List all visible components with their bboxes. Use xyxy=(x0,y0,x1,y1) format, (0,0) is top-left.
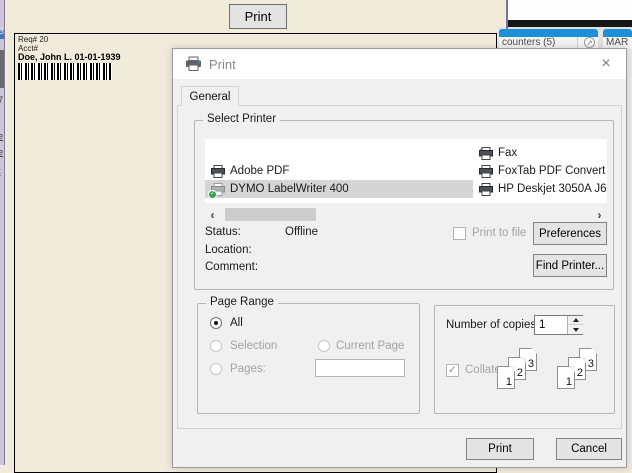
select-printer-group: Select Printer xyxy=(194,120,614,290)
general-tab-page: Select Printer xyxy=(177,105,622,429)
radio-current-page[interactable] xyxy=(318,340,330,352)
collate-page-number: 3 xyxy=(528,358,534,370)
radio-selection-label: Selection xyxy=(230,340,277,352)
radio-pages-label: Pages: xyxy=(230,363,266,375)
printer-name: Adobe PDF xyxy=(230,165,289,177)
spin-up-icon[interactable] xyxy=(568,316,583,325)
radio-all-label: All xyxy=(230,317,243,329)
find-printer-button[interactable]: Find Printer... xyxy=(533,254,607,277)
scroll-right-icon[interactable]: › xyxy=(592,207,607,222)
background-right-sliver xyxy=(627,48,632,465)
sliver-char: B xyxy=(0,26,4,36)
tab-accent-bar xyxy=(603,29,632,37)
copies-spinner[interactable]: 1 xyxy=(534,315,583,335)
collate-illustration: 3 2 1 xyxy=(497,348,549,400)
printer-icon xyxy=(479,183,493,196)
printer-icon xyxy=(211,165,225,178)
printer-name: DYMO LabelWriter 400 xyxy=(230,183,349,195)
printer-item-adobe-pdf[interactable]: Adobe PDF xyxy=(205,162,473,180)
spin-down-icon[interactable] xyxy=(568,325,583,334)
collate-page-number: 1 xyxy=(566,376,572,388)
print-dialog: Print × General Select Printer xyxy=(172,48,627,468)
printer-row: Fax xyxy=(205,144,607,162)
background-page-sliver: B 7 e e t xyxy=(0,0,5,465)
sliver-char: e xyxy=(0,131,3,141)
scrollbar-thumb[interactable] xyxy=(225,208,316,221)
tab-mar[interactable]: MAR xyxy=(603,29,632,48)
page-range-legend: Page Range xyxy=(206,296,278,308)
dialog-title-bar: Print × xyxy=(173,49,626,79)
tab-general[interactable]: General xyxy=(181,86,239,106)
printer-list[interactable]: Fax Adobe PDF xyxy=(205,139,607,203)
tab-accent-bar xyxy=(499,29,598,37)
printer-item-dymo-selected[interactable]: ✓ DYMO LabelWriter 400 xyxy=(205,180,473,198)
printer-item-fax[interactable]: Fax xyxy=(473,144,607,162)
label-patient-name: Doe, John L. 01-01-1939 xyxy=(18,52,121,62)
purple-divider xyxy=(506,0,508,29)
popout-arrow-icon[interactable]: ↗ xyxy=(584,37,595,48)
collate-checkbox[interactable]: ✓ xyxy=(446,364,459,377)
select-printer-legend: Select Printer xyxy=(203,113,280,125)
tab-divider xyxy=(577,37,578,48)
dialog-title: Print xyxy=(209,57,236,72)
page-range-group: Page Range All Selection Current Page Pa… xyxy=(197,303,420,414)
printer-name: Fax xyxy=(498,147,517,159)
print-to-file-checkbox[interactable] xyxy=(453,227,466,240)
sliver-gray-chip xyxy=(0,50,5,88)
printer-list-scrollbar[interactable]: ‹ › xyxy=(205,207,607,222)
radio-selection[interactable] xyxy=(210,340,222,352)
location-label: Location: xyxy=(205,244,252,256)
copies-value: 1 xyxy=(539,319,545,331)
close-icon[interactable]: × xyxy=(592,49,620,79)
status-value: Offline xyxy=(285,226,318,238)
dymo-printer-icon: ✓ xyxy=(211,183,225,196)
radio-pages[interactable] xyxy=(210,363,222,375)
spinner-buttons xyxy=(567,316,582,334)
dialog-print-button[interactable]: Print xyxy=(466,438,534,460)
sliver-char: t xyxy=(0,166,1,176)
collate-page-number: 3 xyxy=(588,358,594,370)
pages-input[interactable] xyxy=(315,359,405,377)
collate-page-number: 2 xyxy=(517,367,523,379)
printer-icon xyxy=(185,56,202,77)
tab-encounters[interactable]: counters (5) ↗ xyxy=(499,29,598,48)
tab-mar-label: MAR xyxy=(603,37,632,48)
printer-item-foxtab[interactable]: FoxTab PDF Convert xyxy=(473,162,607,180)
sliver-char: 7 xyxy=(0,95,3,105)
collate-illustration: 3 2 1 xyxy=(557,348,609,400)
comment-label: Comment: xyxy=(205,261,258,273)
sliver-char: e xyxy=(0,147,3,157)
printer-name: HP Deskjet 3050A J6 xyxy=(498,183,606,195)
copies-group: Number of copies: 1 ✓ Collate 3 2 1 3 2 … xyxy=(434,305,615,414)
fax-icon xyxy=(479,147,493,160)
printer-item-blank[interactable] xyxy=(205,144,473,162)
barcode xyxy=(18,63,112,80)
print-to-file-label: Print to file xyxy=(472,227,526,239)
scroll-left-icon[interactable]: ‹ xyxy=(205,207,220,222)
dialog-cancel-button[interactable]: Cancel xyxy=(556,438,622,460)
status-label: Status: xyxy=(205,226,241,238)
printer-icon xyxy=(479,165,493,178)
printer-name: FoxTab PDF Convert xyxy=(498,165,605,177)
preferences-button[interactable]: Preferences xyxy=(533,222,607,245)
browser-dark-band xyxy=(508,20,632,27)
collate-page-number: 2 xyxy=(577,367,583,379)
page-print-button[interactable]: Print xyxy=(229,4,287,29)
printer-row: Adobe PDF FoxTab PDF Convert xyxy=(205,162,607,180)
radio-current-page-label: Current Page xyxy=(336,340,404,352)
collate-label: Collate xyxy=(465,364,501,376)
label-req-number: Req# 20 xyxy=(18,35,48,44)
collate-page-number: 1 xyxy=(506,376,512,388)
green-check-icon: ✓ xyxy=(208,190,217,199)
printer-row: ✓ DYMO LabelWriter 400 HP Deskjet xyxy=(205,180,607,198)
number-of-copies-label: Number of copies: xyxy=(446,319,539,331)
printer-item-hp-deskjet[interactable]: HP Deskjet 3050A J6 xyxy=(473,180,607,198)
radio-all[interactable] xyxy=(210,317,222,329)
